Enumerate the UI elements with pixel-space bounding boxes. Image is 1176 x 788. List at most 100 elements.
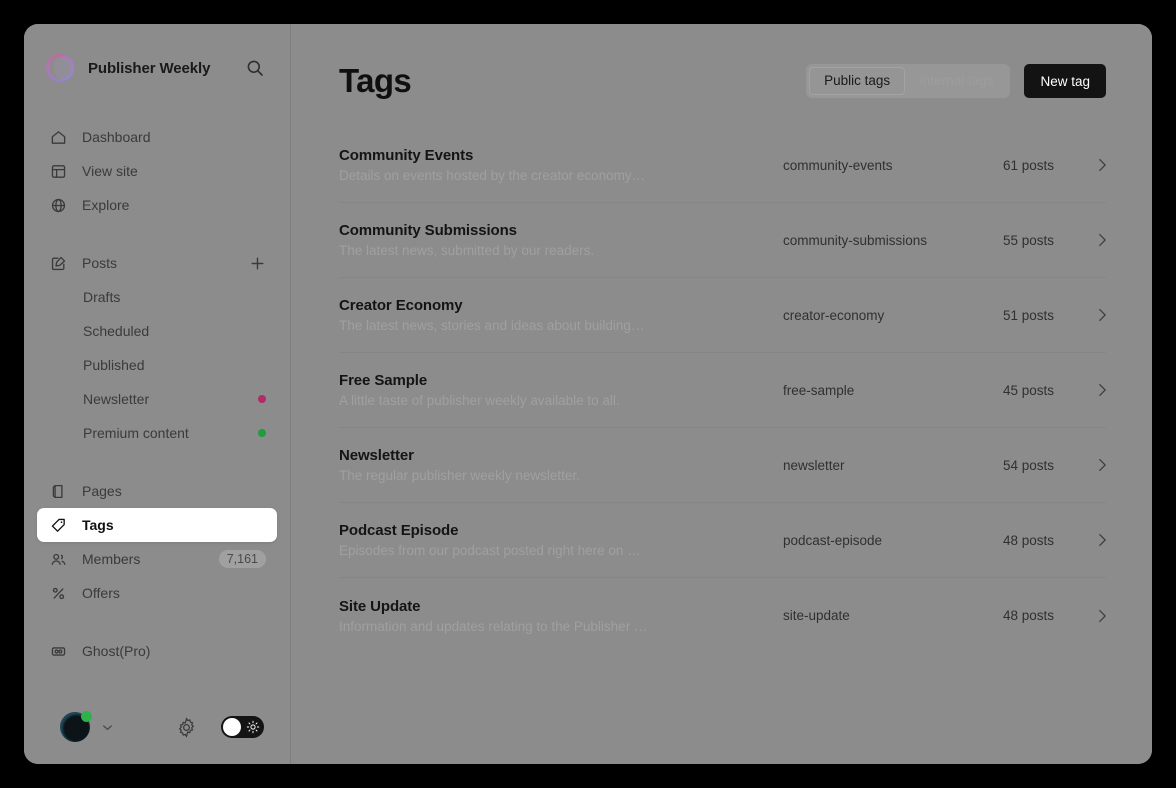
theme-toggle[interactable]	[221, 716, 264, 738]
status-dot-newsletter	[258, 395, 266, 403]
sidebar-item-label: Offers	[82, 585, 120, 601]
sidebar-item-label: Tags	[82, 517, 114, 533]
search-icon[interactable]	[244, 57, 266, 79]
tag-name: Podcast Episode	[339, 522, 459, 539]
tag-slug: newsletter	[783, 457, 845, 473]
table-row[interactable]: Free Sample A little taste of publisher w…	[339, 353, 1106, 428]
sidebar-footer	[24, 690, 290, 764]
tag-description: The latest news, submitted by our reader…	[339, 243, 595, 258]
page-title: Tags	[339, 62, 412, 99]
members-icon	[48, 549, 68, 569]
sidebar-item-drafts[interactable]: Drafts	[37, 280, 277, 314]
chevron-right-icon[interactable]	[1093, 306, 1111, 324]
avatar[interactable]	[60, 711, 92, 742]
globe-icon	[48, 195, 68, 215]
sidebar-item-posts[interactable]: Posts	[37, 246, 277, 280]
sidebar-item-label: Scheduled	[83, 323, 150, 339]
tab-internal-tags[interactable]: Internal tags	[905, 67, 1007, 95]
chevron-right-icon[interactable]	[1093, 531, 1111, 549]
app-window: Publisher Weekly Dashboard View site Exp…	[24, 24, 1152, 764]
table-row[interactable]: Podcast Episode Episodes from our podcast…	[339, 503, 1106, 578]
tag-name: Newsletter	[339, 447, 414, 464]
tag-main: Podcast Episode Episodes from our podcast…	[339, 522, 783, 558]
edit-square-icon	[48, 253, 68, 273]
layout-icon	[48, 161, 68, 181]
sidebar-item-premium-content[interactable]: Premium content	[37, 416, 277, 450]
tag-post-count: 55 posts	[1003, 232, 1055, 248]
tag-description: The latest news, stories and ideas about…	[339, 318, 645, 333]
tag-slug: site-update	[783, 608, 850, 623]
table-row[interactable]: Community Events Details on events hosted…	[339, 128, 1106, 203]
table-row[interactable]: Site Update Information and updates relat…	[339, 578, 1106, 653]
tag-name: Free Sample	[339, 372, 428, 389]
tags-scope-segmented-control: Public tags Internal tags	[806, 64, 1011, 98]
tag-main: Site Update Information and updates relat…	[339, 598, 783, 634]
ghost-pro-icon	[48, 641, 68, 661]
tag-slug: creator-economy	[783, 307, 885, 323]
sidebar-item-view-site[interactable]: View site	[37, 154, 277, 188]
brand-row: Publisher Weekly	[24, 40, 290, 96]
tag-slug: podcast-episode	[783, 532, 883, 548]
tag-name: Community Submissions	[339, 222, 517, 239]
sidebar-item-published[interactable]: Published	[37, 348, 277, 382]
sidebar-item-label: Explore	[82, 197, 130, 213]
home-icon	[48, 127, 68, 147]
sidebar-item-newsletter[interactable]: Newsletter	[37, 382, 277, 416]
tab-public-tags[interactable]: Public tags	[809, 67, 906, 95]
tag-name: Site Update	[339, 597, 421, 615]
page-header: Tags Public tags Internal tags New tag	[291, 24, 1152, 112]
chevron-right-icon[interactable]	[1093, 231, 1111, 249]
sidebar-item-pages[interactable]: Pages	[37, 474, 277, 508]
tag-name: Community Events	[339, 147, 474, 164]
tag-post-count: 45 posts	[1003, 382, 1055, 398]
chevron-right-icon[interactable]	[1093, 156, 1111, 174]
tag-description: The regular publisher weekly newsletter.	[339, 468, 580, 483]
plus-icon[interactable]	[248, 254, 266, 272]
site-title: Publisher Weekly	[88, 59, 211, 77]
tag-post-count: 48 posts	[1003, 608, 1055, 623]
sidebar-item-label: Ghost(Pro)	[82, 643, 151, 659]
sidebar-item-offers[interactable]: Offers	[37, 576, 277, 610]
tag-post-count: 48 posts	[1003, 532, 1055, 548]
sidebar-item-explore[interactable]: Explore	[37, 188, 277, 222]
tag-post-count: 51 posts	[1003, 307, 1055, 323]
status-dot-premium	[258, 429, 266, 437]
ghost-pro-nav-group: Ghost(Pro)	[24, 634, 290, 668]
members-count-badge: 7,161	[218, 550, 266, 568]
percent-icon	[48, 583, 68, 603]
sidebar-item-dashboard[interactable]: Dashboard	[37, 120, 277, 154]
tag-main: Free Sample A little taste of publisher w…	[339, 372, 783, 408]
chevron-right-icon[interactable]	[1093, 607, 1111, 625]
tag-list: Community Events Details on events hosted…	[291, 112, 1152, 653]
chevron-right-icon[interactable]	[1093, 381, 1111, 399]
sidebar-item-ghost-pro[interactable]: Ghost(Pro)	[37, 634, 277, 668]
main-content: Tags Public tags Internal tags New tag C…	[291, 24, 1152, 764]
tag-main: Community Events Details on events hosted…	[339, 147, 783, 183]
sidebar-item-members[interactable]: Members 7,161	[37, 542, 277, 576]
tag-slug: free-sample	[783, 382, 855, 398]
chevron-down-icon[interactable]	[100, 720, 115, 735]
sidebar-item-label: Premium content	[83, 425, 189, 441]
sidebar-item-label: Posts	[82, 255, 118, 271]
sidebar-item-tags[interactable]: Tags	[37, 508, 277, 542]
new-tag-button[interactable]: New tag	[1024, 64, 1106, 98]
sun-icon	[246, 720, 260, 739]
content-nav-group: Pages Tags Members 7,161 Offers	[24, 474, 290, 610]
pages-icon	[48, 481, 68, 501]
tag-description: Details on events hosted by the creator …	[339, 168, 646, 183]
sidebar-item-label: Pages	[82, 483, 122, 499]
sidebar: Publisher Weekly Dashboard View site Exp…	[24, 24, 291, 764]
chevron-right-icon[interactable]	[1093, 456, 1111, 474]
tag-slug: community-submissions	[783, 232, 928, 248]
tag-icon	[48, 515, 68, 535]
tag-description: Information and updates relating to the …	[339, 618, 648, 634]
table-row[interactable]: Creator Economy The latest news, stories …	[339, 278, 1106, 353]
sidebar-item-scheduled[interactable]: Scheduled	[37, 314, 277, 348]
table-row[interactable]: Newsletter The regular publisher weekly n…	[339, 428, 1106, 503]
sidebar-item-label: View site	[82, 163, 138, 179]
gear-icon[interactable]	[176, 716, 197, 738]
circle-gradient-logo-icon	[46, 54, 74, 82]
table-row[interactable]: Community Submissions The latest news, su…	[339, 203, 1106, 278]
tag-post-count: 54 posts	[1003, 457, 1055, 473]
tag-main: Community Submissions The latest news, su…	[339, 222, 783, 258]
